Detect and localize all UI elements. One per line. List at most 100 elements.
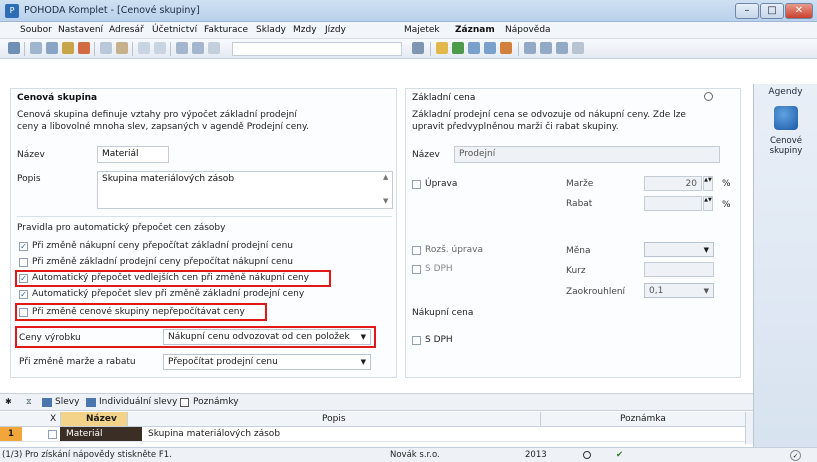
edit-icon[interactable] <box>116 42 128 54</box>
new-record-icon[interactable] <box>8 42 20 54</box>
select-value: Přepočítat prodejní cenu <box>168 357 278 367</box>
copy-icon[interactable] <box>208 42 220 54</box>
column-popis[interactable]: Popis <box>322 414 346 424</box>
help-icon[interactable] <box>572 42 584 54</box>
uprava-check[interactable]: Úprava <box>412 179 512 191</box>
preview-icon[interactable] <box>62 42 74 54</box>
section-description: Základní prodejní cena se odvozuje od ná… <box>412 110 686 132</box>
page-icon[interactable] <box>100 42 112 54</box>
toolbar-separator <box>132 42 133 56</box>
status-ok-icon: ✓ <box>790 450 801 461</box>
row-checkbox[interactable] <box>48 430 57 439</box>
report-icon[interactable] <box>484 42 496 54</box>
refresh-icon[interactable] <box>452 42 464 54</box>
checkbox-unchecked[interactable] <box>19 308 28 317</box>
scroll-up-icon[interactable]: ▲ <box>383 173 388 181</box>
checkbox-unchecked[interactable] <box>412 336 421 345</box>
export-icon[interactable] <box>78 42 90 54</box>
toolbar-separator <box>24 42 25 56</box>
checkbox-unchecked[interactable] <box>19 258 28 267</box>
save-icon[interactable] <box>176 42 188 54</box>
check-row-5[interactable]: Při změně cenové skupiny nepřepočítávat … <box>19 307 259 319</box>
users-icon[interactable] <box>500 42 512 54</box>
menu-jizdy[interactable]: Jízdy <box>325 25 346 35</box>
menu-zaznam[interactable]: Záznam <box>455 25 495 35</box>
search-icon[interactable] <box>30 42 42 54</box>
checkbox-checked[interactable]: ✓ <box>19 274 28 283</box>
zaokrouhleni-select[interactable]: 0,1 ▼ <box>644 283 714 298</box>
grid-scrollbar[interactable] <box>745 412 753 444</box>
sdph-check[interactable]: S DPH <box>412 264 512 276</box>
nakupni-sdph-check[interactable]: S DPH <box>412 335 512 347</box>
table-icon[interactable] <box>468 42 480 54</box>
close-button[interactable]: ✕ <box>785 3 813 19</box>
menu-adresar[interactable]: Adresář <box>109 25 144 35</box>
rabat-spinner[interactable]: ▲▼ <box>703 196 713 211</box>
folder-icon[interactable] <box>436 42 448 54</box>
checkbox-unchecked[interactable] <box>412 265 421 274</box>
desc-textarea[interactable]: Skupina materiálových zásob <box>97 171 393 209</box>
list-icon[interactable] <box>540 42 552 54</box>
table-row[interactable]: 1 Materiál Skupina materiálových zásob <box>0 427 745 442</box>
menu-napoveda[interactable]: Nápověda <box>505 25 551 35</box>
checkbox-unchecked[interactable] <box>412 246 421 255</box>
save-all-icon[interactable] <box>192 42 204 54</box>
tab-individualni-slevy[interactable]: Individuální slevy <box>99 397 177 407</box>
checkbox-unchecked[interactable] <box>412 180 421 189</box>
form-icon[interactable] <box>524 42 536 54</box>
check-label: Při změně cenové skupiny nepřepočítávat … <box>32 307 245 317</box>
price-name-input[interactable]: Prodejní <box>454 146 720 163</box>
add-icon[interactable] <box>138 42 150 54</box>
check-row-3[interactable]: ✓ Automatický přepočet vedlejších cen př… <box>19 273 319 285</box>
marze-rabat-select[interactable]: Přepočítat prodejní cenu ▼ <box>163 354 371 370</box>
menu-majetek[interactable]: Majetek <box>404 25 440 35</box>
kurz-input[interactable] <box>644 262 714 277</box>
cenove-skupiny-icon[interactable] <box>774 106 798 130</box>
section-description: Cenová skupina definuje vztahy pro výpoč… <box>17 110 309 132</box>
filter-icon[interactable]: ⧖ <box>26 397 32 407</box>
row-popis[interactable]: Skupina materiálových zásob <box>148 429 280 439</box>
menu-nastaveni[interactable]: Nastavení <box>58 25 103 35</box>
agendy-item-cenove-skupiny[interactable]: Cenové skupiny <box>756 136 816 156</box>
pin-icon[interactable]: ✱ <box>5 397 12 406</box>
check-row-1[interactable]: ✓ Při změně nákupní ceny přepočítat zákl… <box>19 241 319 253</box>
mena-select[interactable]: ▼ <box>644 242 714 257</box>
base-price-panel: Základní cena Základní prodejní cena se … <box>405 88 741 378</box>
menu-sklady[interactable]: Sklady <box>256 25 286 35</box>
status-hint: (1/3) Pro získání nápovědy stiskněte F1. <box>2 450 172 460</box>
toolbar-separator <box>430 42 431 56</box>
marze-input[interactable]: 20 <box>644 176 702 191</box>
slevy-icon <box>42 398 52 407</box>
scroll-down-icon[interactable]: ▼ <box>383 197 388 205</box>
menu-soubor[interactable]: Soubor <box>20 25 52 35</box>
checkbox-checked[interactable]: ✓ <box>19 290 28 299</box>
rabat-input[interactable] <box>644 196 702 211</box>
print-icon[interactable] <box>46 42 58 54</box>
tab-poznamky[interactable]: Poznámky <box>193 397 239 407</box>
row-name[interactable]: Materiál <box>66 429 103 439</box>
marze-spinner[interactable]: ▲▼ <box>703 176 713 191</box>
check-row-4[interactable]: ✓ Automatický přepočet slev při změně zá… <box>19 289 319 301</box>
minimize-button[interactable]: – <box>735 3 759 19</box>
filter-icon[interactable] <box>412 42 424 54</box>
checkbox-checked[interactable]: ✓ <box>19 242 28 251</box>
menu-mzdy[interactable]: Mzdy <box>293 25 317 35</box>
individual-slevy-icon <box>86 398 96 407</box>
info-icon[interactable] <box>704 92 713 101</box>
tab-slevy[interactable]: Slevy <box>55 397 79 407</box>
column-x[interactable]: X <box>50 414 56 424</box>
toolbar-search-input[interactable] <box>232 42 402 56</box>
check-row-2[interactable]: Při změně základní prodejní ceny přepočí… <box>19 257 319 269</box>
divider <box>17 216 392 217</box>
maximize-button[interactable]: □ <box>760 3 784 19</box>
menu-ucetnictvi[interactable]: Účetnictví <box>152 25 197 35</box>
chevron-down-icon: ▼ <box>360 333 366 341</box>
ceny-vyrobku-select[interactable]: Nákupní cenu odvozovat od cen položek ▼ <box>163 329 371 345</box>
delete-icon[interactable] <box>154 42 166 54</box>
detail-icon[interactable] <box>556 42 568 54</box>
column-nazev[interactable]: Název <box>86 414 117 424</box>
column-poznamka[interactable]: Poznámka <box>620 414 666 424</box>
menu-fakturace[interactable]: Fakturace <box>204 25 248 35</box>
rozs-uprava-check[interactable]: Rozš. úprava <box>412 245 512 257</box>
name-input[interactable]: Materiál <box>97 146 169 163</box>
